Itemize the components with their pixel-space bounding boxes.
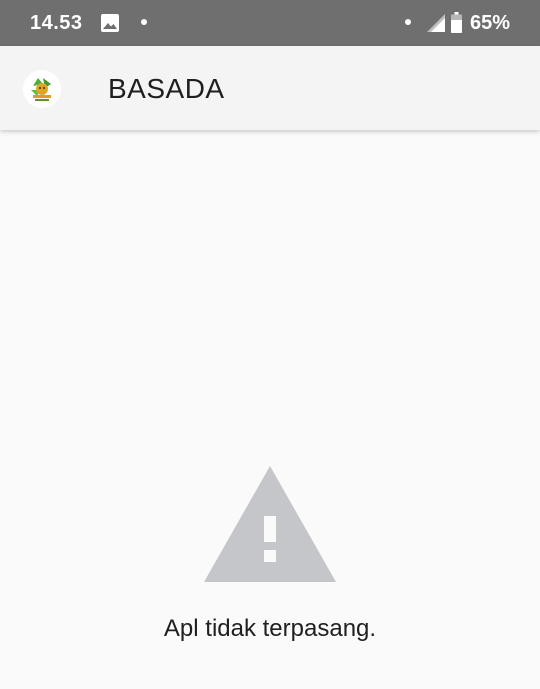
app-title: BASADA bbox=[108, 73, 225, 104]
battery-percentage: 65% bbox=[470, 12, 511, 34]
status-bar: 14.53 65% bbox=[0, 0, 540, 46]
warning-triangle-icon bbox=[204, 466, 336, 582]
app-bar: BASADA bbox=[0, 46, 540, 130]
image-icon bbox=[101, 14, 119, 32]
notification-dot-icon bbox=[141, 19, 147, 25]
app-not-installed-message: Apl tidak terpasang. bbox=[163, 615, 377, 642]
status-dot-icon bbox=[405, 19, 411, 25]
signal-icon bbox=[427, 14, 445, 32]
battery-icon bbox=[451, 12, 462, 33]
status-time: 14.53 bbox=[30, 12, 83, 34]
basada-logo-icon bbox=[23, 70, 61, 108]
